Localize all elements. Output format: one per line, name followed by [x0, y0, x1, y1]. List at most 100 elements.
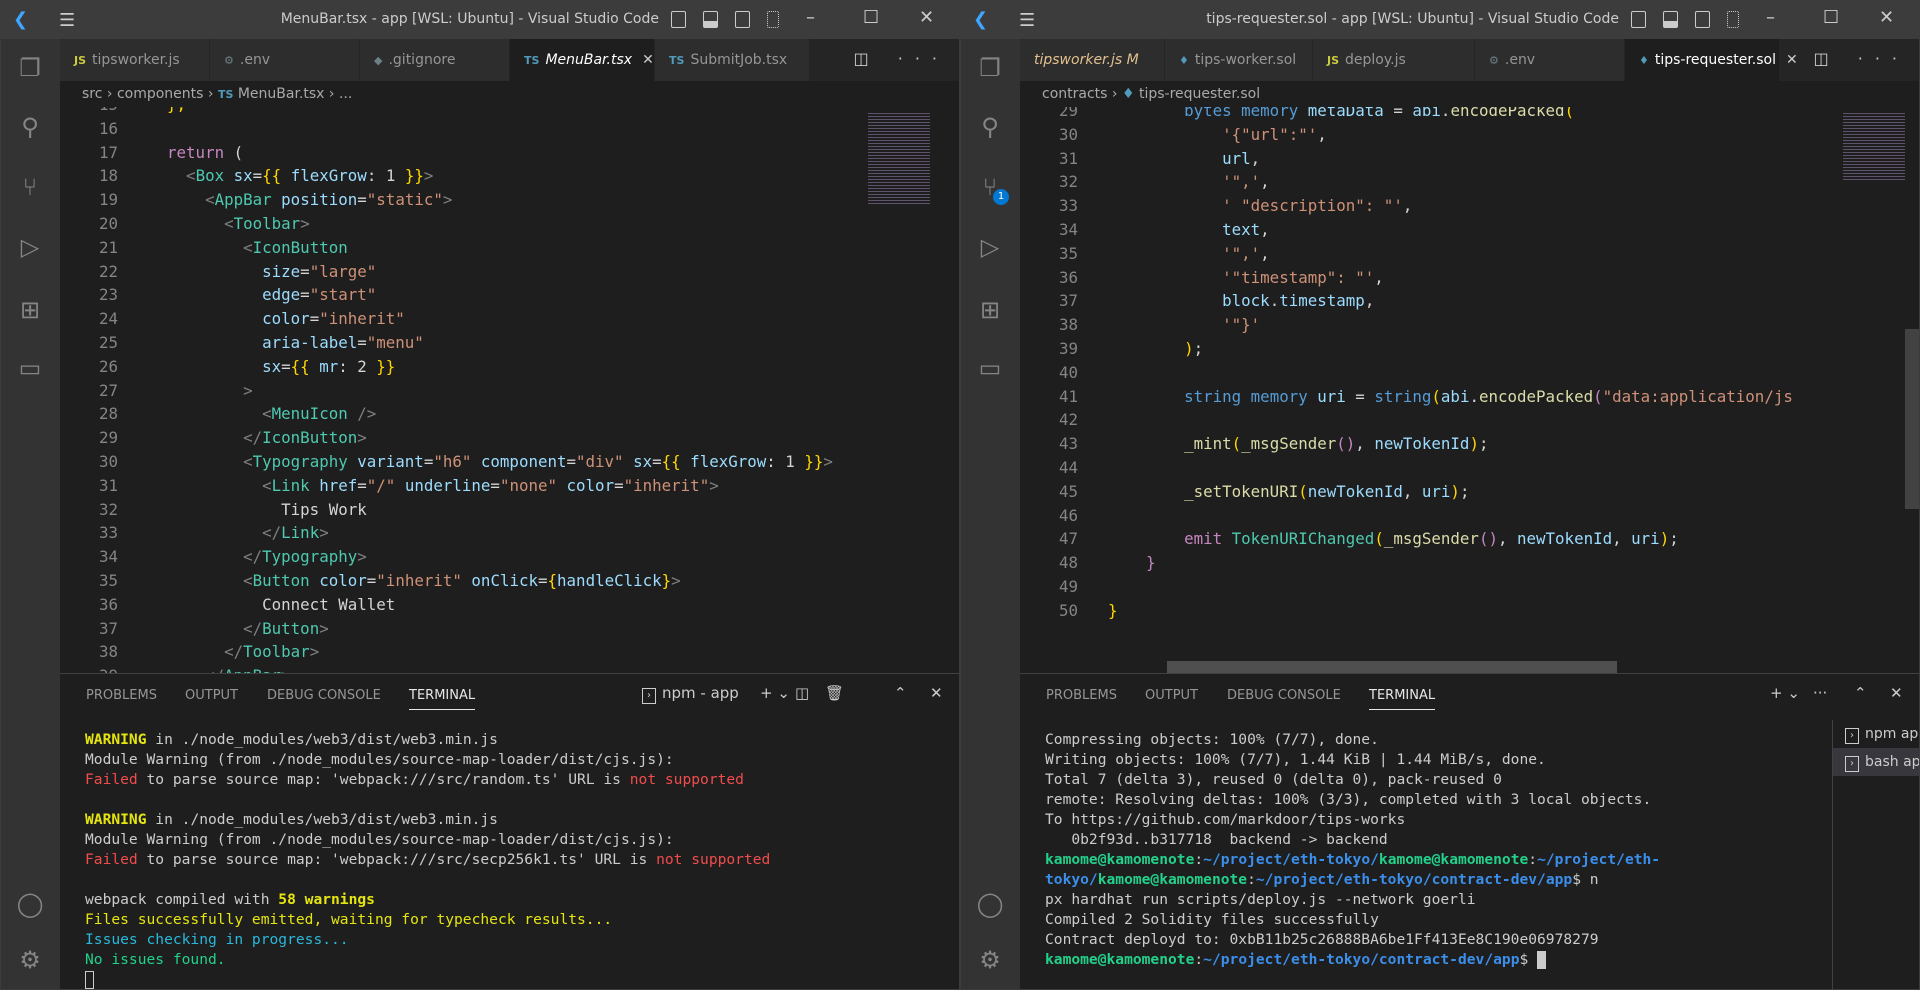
- more-actions-icon[interactable]: ···: [1813, 684, 1827, 702]
- remote-explorer-icon[interactable]: ▭: [15, 353, 45, 383]
- new-terminal-button[interactable]: + ⌄: [1770, 684, 1800, 702]
- terminal-output[interactable]: Compressing objects: 100% (7/7), done. Wr…: [1045, 730, 1660, 970]
- code-token: =: [423, 452, 434, 471]
- tab-submitjob-tsx[interactable]: TS SubmitJob.tsx: [655, 39, 810, 81]
- minimize-button[interactable]: –: [1766, 7, 1775, 28]
- tab-problems[interactable]: PROBLEMS: [86, 688, 157, 703]
- run-debug-icon[interactable]: ▷: [975, 232, 1005, 262]
- terminal-output[interactable]: WARNING in ./node_modules/web3/dist/web3…: [85, 730, 770, 989]
- breadcrumb-item[interactable]: ...: [339, 86, 352, 102]
- source-control-icon[interactable]: ⑂: [15, 172, 45, 202]
- code-token: =: [566, 452, 577, 471]
- code-token: ;: [1669, 529, 1679, 549]
- line-number: 45: [1058, 481, 1078, 501]
- maximize-button[interactable]: ☐: [863, 7, 879, 28]
- code-editor[interactable]: 39 </AppBar>38 </Toolbar>37 </Button>36 …: [60, 107, 959, 673]
- terminal-list-item[interactable]: › npm app: [1833, 720, 1919, 748]
- menu-icon[interactable]: ☰: [1019, 10, 1035, 31]
- editor-actions[interactable]: ◫ ···: [854, 49, 949, 68]
- maximize-panel-icon[interactable]: ⌃: [894, 684, 907, 702]
- code-token: flexGrow: [680, 452, 767, 471]
- toggle-secondary-sidebar-icon[interactable]: [735, 11, 750, 28]
- new-terminal-button[interactable]: + ⌄: [760, 684, 790, 702]
- line-number: 32: [98, 499, 118, 519]
- kill-terminal-icon[interactable]: 🗑: [825, 684, 844, 702]
- close-tab-icon[interactable]: ✕: [1786, 52, 1798, 68]
- tab-tips-requester-sol[interactable]: ♦ tips-requester.sol ✕: [1625, 39, 1798, 81]
- close-button[interactable]: ✕: [919, 7, 934, 28]
- code-token: memory: [1231, 107, 1299, 120]
- tab-deploy-js[interactable]: JS deploy.js: [1313, 39, 1475, 81]
- extensions-icon[interactable]: ⊞: [975, 295, 1005, 325]
- toggle-sidebar-icon[interactable]: [671, 11, 686, 28]
- code-editor[interactable]: 50} 49 48 } 47 emit TokenURIChanged(_msgSen…: [1020, 107, 1919, 673]
- breadcrumb-item[interactable]: src: [82, 86, 102, 102]
- menu-icon[interactable]: ☰: [59, 10, 75, 31]
- code-token: >: [300, 214, 310, 233]
- tab-output[interactable]: OUTPUT: [185, 688, 238, 703]
- extensions-icon[interactable]: ⊞: [15, 295, 45, 325]
- close-panel-icon[interactable]: ✕: [1890, 684, 1903, 702]
- code-token: >: [281, 666, 291, 673]
- terminal-text: Module Warning (from ./node_modules/sour…: [85, 831, 674, 848]
- remote-explorer-icon[interactable]: ▭: [975, 353, 1005, 383]
- toggle-sidebar-icon[interactable]: [1631, 11, 1646, 28]
- close-tab-icon[interactable]: ✕: [642, 52, 654, 68]
- search-icon[interactable]: ⚲: [975, 112, 1005, 142]
- accounts-icon[interactable]: ◯: [975, 889, 1005, 919]
- minimize-button[interactable]: –: [806, 7, 815, 28]
- explorer-icon[interactable]: ❐: [15, 53, 45, 83]
- minimap[interactable]: [868, 111, 930, 206]
- code-line: 48 }: [1020, 551, 1919, 575]
- customize-layout-icon[interactable]: [767, 11, 779, 28]
- close-button[interactable]: ✕: [1879, 7, 1894, 28]
- minimap[interactable]: [1843, 111, 1905, 181]
- code-token: "data:application/js: [1602, 386, 1793, 406]
- tab-output[interactable]: OUTPUT: [1145, 688, 1198, 703]
- toggle-secondary-sidebar-icon[interactable]: [1695, 11, 1710, 28]
- tab-terminal[interactable]: TERMINAL: [1369, 688, 1436, 710]
- tab-tips-worker-sol[interactable]: ♦ tips-worker.sol: [1165, 39, 1313, 81]
- tab-terminal[interactable]: TERMINAL: [409, 688, 476, 710]
- tab-debug-console[interactable]: DEBUG CONSOLE: [1227, 688, 1341, 703]
- toggle-panel-icon[interactable]: [1663, 11, 1678, 28]
- editor-actions[interactable]: ◫ ···: [1814, 49, 1909, 68]
- tab-tipsworker-js[interactable]: JS tipsworker.js: [60, 39, 210, 81]
- terminal-selector[interactable]: › npm - app: [642, 684, 739, 704]
- settings-gear-icon[interactable]: ⚙: [15, 945, 45, 975]
- horizontal-scrollbar[interactable]: [1167, 661, 1617, 673]
- explorer-icon[interactable]: ❐: [975, 53, 1005, 83]
- code-token: Button: [262, 618, 320, 638]
- maximize-button[interactable]: ☐: [1823, 7, 1839, 28]
- terminal-text: :: [1194, 951, 1204, 968]
- maximize-panel-icon[interactable]: ⌃: [1854, 684, 1867, 702]
- code-text: string memory uri = string(abi.encodePac…: [1108, 385, 1793, 409]
- code-token: };: [148, 107, 186, 114]
- tab--env[interactable]: ⚙ .env: [1475, 39, 1625, 81]
- breadcrumb-item[interactable]: components: [117, 86, 204, 102]
- tab-problems[interactable]: PROBLEMS: [1046, 688, 1117, 703]
- vertical-scrollbar[interactable]: [1905, 329, 1919, 509]
- tab-menubar-tsx[interactable]: TS MenuBar.tsx ✕: [510, 39, 655, 81]
- tab--env[interactable]: ⚙ .env: [210, 39, 360, 81]
- settings-gear-icon[interactable]: ⚙: [975, 945, 1005, 975]
- terminal-list-item[interactable]: › bash app: [1833, 748, 1919, 776]
- breadcrumb-item[interactable]: tips-requester.sol: [1139, 86, 1260, 102]
- search-icon[interactable]: ⚲: [15, 112, 45, 142]
- accounts-icon[interactable]: ◯: [15, 889, 45, 919]
- toggle-panel-icon[interactable]: [703, 11, 718, 28]
- terminal-line: WARNING in ./node_modules/web3/dist/web3…: [85, 730, 770, 750]
- code-text: }: [1108, 551, 1156, 575]
- tab--gitignore[interactable]: ◆ .gitignore: [360, 39, 510, 81]
- tab-debug-console[interactable]: DEBUG CONSOLE: [267, 688, 381, 703]
- run-debug-icon[interactable]: ▷: [15, 232, 45, 262]
- close-panel-icon[interactable]: ✕: [930, 684, 943, 702]
- code-text: block.timestamp,: [1108, 289, 1374, 313]
- customize-layout-icon[interactable]: [1727, 11, 1739, 28]
- tab-tipsworker-js-m[interactable]: tipsworker.js M: [1020, 39, 1165, 81]
- breadcrumb-item[interactable]: MenuBar.tsx: [238, 86, 325, 102]
- code-token: return: [148, 142, 234, 162]
- breadcrumb-item[interactable]: contracts: [1042, 86, 1107, 102]
- code-text: '"}': [1108, 313, 1260, 337]
- split-terminal-icon[interactable]: ◫: [795, 684, 809, 702]
